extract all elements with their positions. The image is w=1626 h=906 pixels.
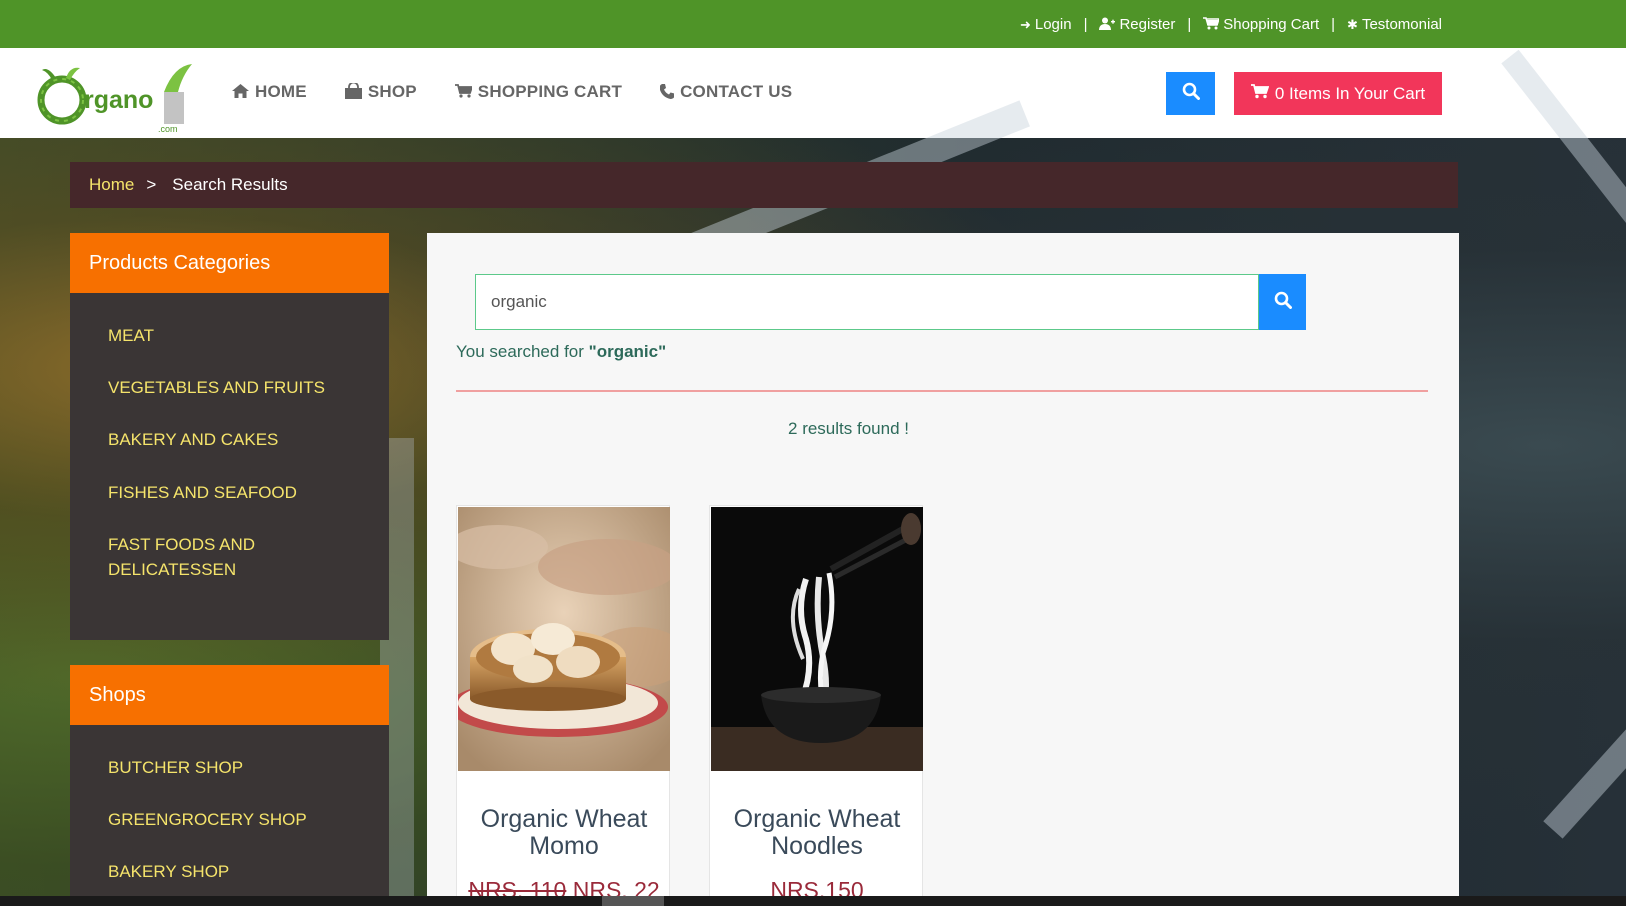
breadcrumb: Home > Search Results bbox=[70, 162, 1458, 208]
nav-contact-us[interactable]: CONTACT US bbox=[659, 82, 793, 102]
search-icon bbox=[1182, 82, 1200, 105]
nav-home[interactable]: HOME bbox=[232, 82, 307, 102]
product-name[interactable]: Organic Wheat Momo bbox=[457, 806, 671, 860]
register-link[interactable]: Register bbox=[1099, 16, 1175, 33]
testimonial-label: Testomonial bbox=[1361, 16, 1442, 33]
searched-term: "organic" bbox=[588, 342, 667, 361]
product-image-noodles[interactable] bbox=[711, 507, 923, 771]
scrollbar-thumb[interactable] bbox=[602, 896, 664, 906]
search-input[interactable] bbox=[475, 274, 1259, 330]
nav-shop-label: SHOP bbox=[367, 82, 417, 101]
login-label: Login bbox=[1034, 16, 1072, 33]
main-nav: HOME SHOP SHOPPING CART CONTACT US bbox=[232, 81, 793, 102]
cart-items-label: 0 Items In Your Cart bbox=[1274, 83, 1426, 103]
category-item[interactable]: VEGETABLES AND FRUITS bbox=[108, 375, 368, 400]
cart-items-button[interactable]: 0 Items In Your Cart bbox=[1234, 72, 1442, 115]
search-icon bbox=[1274, 291, 1292, 314]
separator: | bbox=[1083, 16, 1088, 33]
product-card[interactable]: Organic Wheat Noodles NRS.150 bbox=[709, 505, 923, 906]
divider bbox=[456, 390, 1428, 392]
login-link[interactable]: ➜ Login bbox=[1020, 16, 1072, 33]
shop-item[interactable]: BUTCHER SHOP bbox=[108, 755, 368, 780]
nav-contact-us-label: CONTACT US bbox=[680, 82, 793, 101]
searched-prefix: You searched for bbox=[456, 342, 589, 361]
header-search-button[interactable] bbox=[1166, 72, 1215, 115]
breadcrumb-separator: > bbox=[146, 175, 157, 194]
horizontal-scrollbar[interactable] bbox=[0, 896, 1626, 906]
product-name[interactable]: Organic Wheat Noodles bbox=[710, 806, 924, 860]
user-plus-icon bbox=[1099, 17, 1116, 32]
shop-item[interactable]: BAKERY SHOP bbox=[108, 859, 368, 884]
results-count: 2 results found ! bbox=[788, 419, 909, 438]
sign-in-icon: ➜ bbox=[1019, 17, 1031, 32]
category-item[interactable]: MEAT bbox=[108, 323, 368, 348]
phone-icon bbox=[659, 83, 675, 101]
separator: | bbox=[1331, 16, 1336, 33]
cart-icon bbox=[454, 84, 474, 100]
logo-sub: .com bbox=[158, 124, 178, 134]
top-bar: ➜ Login | Register | Shopping Cart | ✱ T… bbox=[0, 0, 1626, 48]
breadcrumb-home[interactable]: Home bbox=[89, 175, 134, 195]
nav-shop[interactable]: SHOP bbox=[344, 81, 417, 102]
shops-panel: BUTCHER SHOP GREENGROCERY SHOP BAKERY SH… bbox=[70, 725, 389, 906]
asterisk-icon: ✱ bbox=[1347, 17, 1358, 32]
categories-panel: MEAT VEGETABLES AND FRUITS BAKERY AND CA… bbox=[70, 293, 389, 640]
product-image-momo[interactable] bbox=[458, 507, 670, 771]
product-card[interactable]: Organic Wheat Momo NRS. 110 NRS. 22 bbox=[456, 505, 670, 906]
testimonial-link[interactable]: ✱ Testomonial bbox=[1347, 16, 1442, 33]
categories-header: Products Categories bbox=[70, 233, 389, 293]
shop-item[interactable]: GREENGROCERY SHOP bbox=[108, 807, 368, 832]
nav-shopping-cart-label: SHOPPING CART bbox=[477, 82, 623, 101]
category-item[interactable]: FISHES AND SEAFOOD bbox=[108, 480, 368, 505]
cart-icon bbox=[1250, 83, 1270, 104]
category-item[interactable]: BAKERY AND CAKES bbox=[108, 427, 368, 452]
shops-header: Shops bbox=[70, 665, 389, 725]
breadcrumb-current: Search Results bbox=[172, 175, 288, 194]
home-icon bbox=[232, 84, 249, 100]
search-submit-button[interactable] bbox=[1259, 274, 1306, 330]
cart-icon bbox=[1203, 17, 1221, 32]
top-links: ➜ Login | Register | Shopping Cart | ✱ T… bbox=[1020, 16, 1442, 33]
nav-home-label: HOME bbox=[255, 82, 307, 101]
shopping-cart-label: Shopping Cart bbox=[1223, 16, 1320, 33]
category-item[interactable]: FAST FOODS AND DELICATESSEN bbox=[108, 532, 308, 582]
shop-icon bbox=[344, 81, 362, 101]
logo-text: rgano bbox=[84, 86, 153, 114]
separator: | bbox=[1187, 16, 1192, 33]
shopping-cart-link[interactable]: Shopping Cart bbox=[1203, 16, 1319, 33]
searched-for-text: You searched for "organic" bbox=[456, 342, 666, 362]
register-label: Register bbox=[1119, 16, 1176, 33]
site-logo[interactable]: rgano .com bbox=[36, 62, 196, 134]
nav-shopping-cart[interactable]: SHOPPING CART bbox=[454, 82, 623, 102]
